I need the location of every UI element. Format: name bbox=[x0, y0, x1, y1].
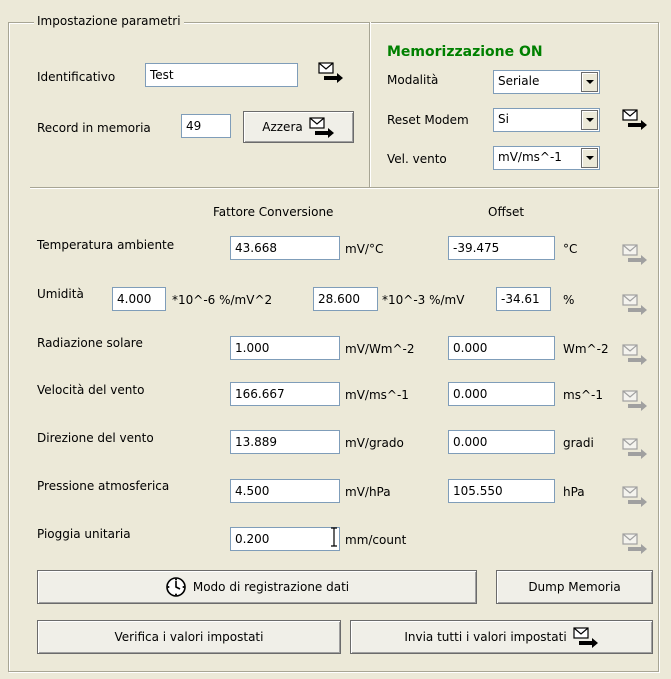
umidita-label: Umidità bbox=[37, 287, 84, 301]
verifica-button[interactable]: Verifica i valori impostati bbox=[37, 620, 341, 654]
factor-unit: mV/hPa bbox=[345, 485, 391, 499]
clock-icon bbox=[166, 577, 186, 597]
offset-unit: Wm^-2 bbox=[563, 342, 609, 356]
umidita-u3: % bbox=[563, 293, 575, 307]
factor-input[interactable]: 0.200 bbox=[230, 527, 340, 551]
vertical-divider bbox=[369, 22, 371, 188]
offset-header: Offset bbox=[488, 205, 525, 219]
row-label: Pressione atmosferica bbox=[37, 479, 170, 493]
invia-label: Invia tutti i valori impostati bbox=[404, 630, 567, 644]
offset-input[interactable]: 105.550 bbox=[448, 479, 555, 503]
offset-input[interactable]: -39.475 bbox=[448, 236, 555, 260]
send-row-icon[interactable] bbox=[622, 389, 648, 411]
chevron-down-icon[interactable] bbox=[581, 72, 598, 92]
factor-unit: mm/count bbox=[345, 533, 407, 547]
modalita-select[interactable]: Seriale bbox=[493, 70, 600, 94]
send-row-icon[interactable] bbox=[622, 532, 648, 554]
invia-button[interactable]: Invia tutti i valori impostati bbox=[350, 620, 653, 654]
umidita-v2-input[interactable]: 28.600 bbox=[313, 287, 378, 311]
factor-unit: mV/Wm^-2 bbox=[345, 342, 415, 356]
modo-registrazione-button[interactable]: Modo di registrazione dati bbox=[37, 570, 477, 604]
verifica-label: Verifica i valori impostati bbox=[114, 630, 264, 644]
offset-unit: °C bbox=[563, 242, 578, 256]
send-row-icon[interactable] bbox=[622, 243, 648, 265]
reset-modem-label: Reset Modem bbox=[387, 113, 469, 127]
modalita-label: Modalità bbox=[387, 73, 439, 87]
vel-vento-label: Vel. vento bbox=[387, 152, 447, 166]
send-row-icon[interactable] bbox=[622, 293, 648, 315]
modo-registrazione-label: Modo di registrazione dati bbox=[192, 580, 350, 594]
modalita-value: Seriale bbox=[498, 74, 540, 88]
text-cursor-icon bbox=[331, 527, 337, 547]
row-label: Velocità del vento bbox=[37, 383, 145, 397]
send-memorizzazione-icon[interactable] bbox=[622, 108, 648, 130]
send-identificativo-icon[interactable] bbox=[318, 61, 344, 83]
factor-input[interactable]: 4.500 bbox=[230, 479, 340, 503]
offset-input[interactable]: 0.000 bbox=[448, 382, 555, 406]
send-row-icon[interactable] bbox=[622, 485, 648, 507]
row-label: Pioggia unitaria bbox=[37, 527, 131, 541]
factor-unit: mV/ms^-1 bbox=[345, 388, 409, 402]
offset-unit: ms^-1 bbox=[563, 388, 603, 402]
row-label: Direzione del vento bbox=[37, 431, 154, 445]
record-input[interactable]: 49 bbox=[181, 114, 231, 138]
send-row-icon[interactable] bbox=[622, 343, 648, 365]
vel-vento-value: mV/ms^-1 bbox=[498, 150, 562, 164]
reset-modem-value: Si bbox=[498, 112, 509, 126]
factor-input[interactable]: 1.000 bbox=[230, 336, 340, 360]
fattore-header: Fattore Conversione bbox=[213, 205, 334, 219]
dump-memoria-label: Dump Memoria bbox=[528, 580, 621, 594]
row-label: Radiazione solare bbox=[37, 336, 143, 350]
record-label: Record in memoria bbox=[37, 121, 151, 135]
envelope-arrow-icon bbox=[573, 627, 599, 648]
factor-unit: mV/°C bbox=[345, 242, 384, 256]
chevron-down-icon[interactable] bbox=[581, 110, 598, 130]
vel-vento-select[interactable]: mV/ms^-1 bbox=[493, 146, 600, 170]
factor-input[interactable]: 166.667 bbox=[230, 382, 340, 406]
factor-input[interactable]: 13.889 bbox=[230, 430, 340, 454]
row-label: Temperatura ambiente bbox=[37, 238, 175, 252]
chevron-down-icon[interactable] bbox=[581, 148, 598, 168]
group-title: Impostazione parametri bbox=[34, 14, 184, 28]
dump-memoria-button[interactable]: Dump Memoria bbox=[496, 570, 653, 604]
identificativo-label: Identificativo bbox=[37, 70, 116, 84]
umidita-v1-input[interactable]: 4.000 bbox=[112, 287, 166, 311]
identificativo-input[interactable]: Test bbox=[145, 63, 298, 87]
offset-unit: hPa bbox=[563, 485, 585, 499]
envelope-arrow-icon bbox=[309, 117, 335, 138]
offset-input[interactable]: 0.000 bbox=[448, 336, 555, 360]
azzera-label: Azzera bbox=[262, 120, 303, 134]
offset-input[interactable]: 0.000 bbox=[448, 430, 555, 454]
horizontal-divider bbox=[30, 187, 659, 189]
factor-input[interactable]: 43.668 bbox=[230, 236, 340, 260]
umidita-u2: *10^-3 %/mV bbox=[382, 293, 465, 307]
offset-unit: gradi bbox=[563, 436, 594, 450]
umidita-u1: *10^-6 %/mV^2 bbox=[172, 293, 273, 307]
memorizzazione-title: Memorizzazione ON bbox=[387, 44, 543, 60]
azzera-button[interactable]: Azzera bbox=[243, 111, 354, 143]
send-row-icon[interactable] bbox=[622, 437, 648, 459]
factor-unit: mV/grado bbox=[345, 436, 404, 450]
umidita-v3-input[interactable]: -34.61 bbox=[496, 287, 551, 311]
reset-modem-select[interactable]: Si bbox=[493, 108, 600, 132]
